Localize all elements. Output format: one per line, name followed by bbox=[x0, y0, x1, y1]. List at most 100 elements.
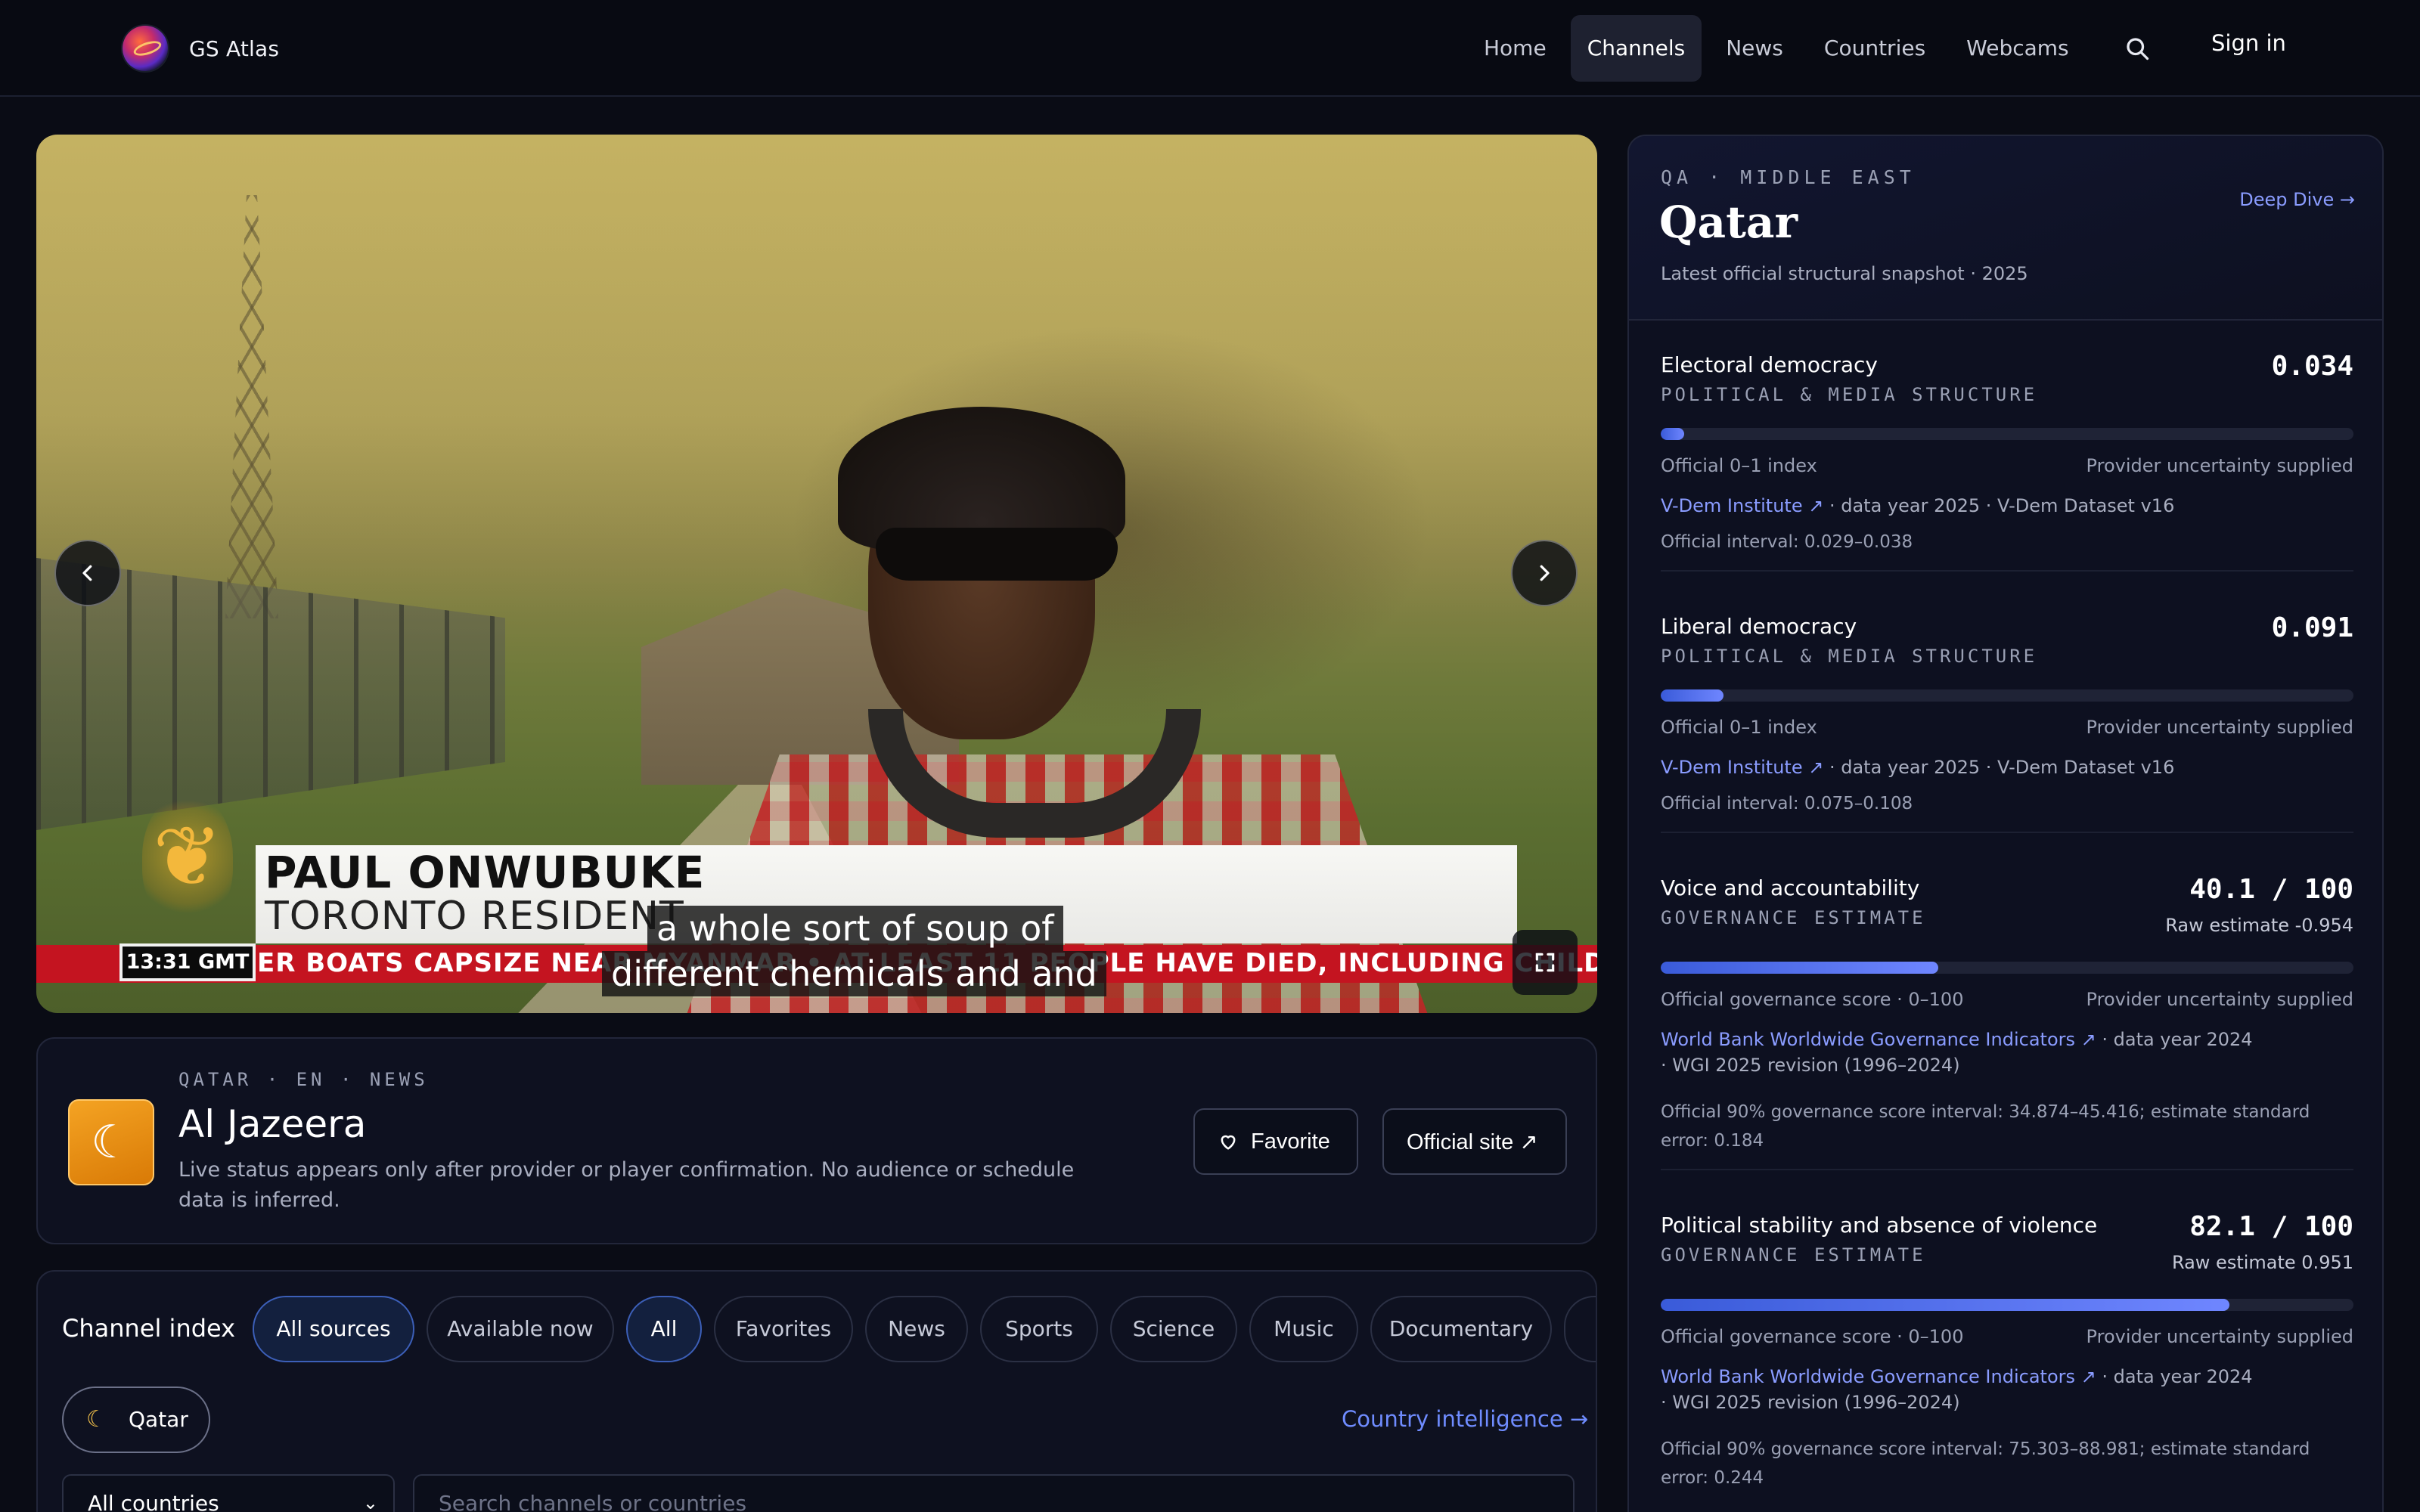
filter-sports[interactable]: Sports bbox=[980, 1296, 1098, 1362]
metric-source-revision: · WGI 2025 revision (1996–2024) bbox=[1661, 1392, 1960, 1413]
search-icon[interactable] bbox=[2124, 35, 2151, 62]
deep-dive-link[interactable]: Deep Dive → bbox=[2239, 189, 2355, 210]
metric-value: 0.091 bbox=[2271, 612, 2353, 643]
filter-music[interactable]: Music bbox=[1249, 1296, 1358, 1362]
channel-meta: QATAR · EN · NEWS bbox=[178, 1069, 429, 1090]
channel-index-card: Channel index All sources Available now … bbox=[36, 1270, 1597, 1512]
metric-category: POLITICAL & MEDIA STRUCTURE bbox=[1661, 646, 2038, 667]
metric-value: 0.034 bbox=[2271, 351, 2353, 382]
country-title: Qatar bbox=[1659, 197, 1798, 248]
country-select-value: All countries bbox=[88, 1491, 219, 1512]
metric-voice-accountability: Voice and accountability GOVERNANCE ESTI… bbox=[1661, 874, 2353, 1178]
nav-webcams[interactable]: Webcams bbox=[1950, 15, 2085, 82]
fullscreen-icon bbox=[1535, 953, 1555, 972]
country-intelligence-link[interactable]: Country intelligence → bbox=[1342, 1406, 1588, 1432]
lower-third-name: PAUL ONWUBUKE bbox=[265, 847, 706, 898]
channel-search-input[interactable]: Search channels or countries bbox=[413, 1474, 1575, 1512]
video-person-sunglasses bbox=[876, 528, 1118, 581]
next-channel-button[interactable] bbox=[1511, 540, 1578, 606]
main-nav: Home Channels News Countries Webcams bbox=[1467, 15, 2093, 82]
metric-bar-track bbox=[1661, 428, 2353, 440]
chevron-left-icon bbox=[82, 565, 92, 581]
lower-third-role: TORONTO RESIDENT bbox=[265, 894, 684, 939]
metric-interval: Official 90% governance score interval: … bbox=[1661, 1102, 2310, 1151]
country-meta: QA · MIDDLE EAST bbox=[1661, 166, 1916, 188]
metric-label: Electoral democracy bbox=[1661, 352, 1878, 377]
metric-bar-fill bbox=[1661, 962, 1939, 974]
metric-divider bbox=[1661, 1169, 2353, 1170]
metric-category: POLITICAL & MEDIA STRUCTURE bbox=[1661, 384, 2038, 405]
crescent-moon-icon: ☾ bbox=[86, 1406, 107, 1433]
metric-raw-estimate: Raw estimate 0.951 bbox=[2171, 1252, 2353, 1273]
metric-bar-track bbox=[1661, 689, 2353, 702]
metric-value: 82.1 / 100 bbox=[2189, 1211, 2353, 1242]
metric-category: GOVERNANCE ESTIMATE bbox=[1661, 907, 1926, 928]
filter-all-sources[interactable]: All sources bbox=[253, 1296, 414, 1362]
metric-divider bbox=[1661, 570, 2353, 572]
metric-source-line: World Bank Worldwide Governance Indicato… bbox=[1661, 1027, 2253, 1078]
filter-science[interactable]: Science bbox=[1110, 1296, 1237, 1362]
filter-favorites[interactable]: Favorites bbox=[714, 1296, 853, 1362]
metric-electoral-democracy: Electoral democracy POLITICAL & MEDIA ST… bbox=[1661, 351, 2353, 579]
al-jazeera-logo: ❦ bbox=[142, 792, 233, 921]
official-site-label: Official site ↗ bbox=[1407, 1129, 1538, 1154]
metric-source-link[interactable]: V-Dem Institute ↗ bbox=[1661, 495, 1823, 516]
metric-bar-fill bbox=[1661, 428, 1685, 440]
metric-source-link[interactable]: World Bank Worldwide Governance Indicato… bbox=[1661, 1366, 2096, 1387]
channel-info-card: ☾ QATAR · EN · NEWS Al Jazeera Live stat… bbox=[36, 1037, 1597, 1244]
metric-value: 40.1 / 100 bbox=[2189, 874, 2353, 905]
metric-label: Liberal democracy bbox=[1661, 614, 1857, 639]
nav-home[interactable]: Home bbox=[1467, 15, 1563, 82]
country-subtitle: Latest official structural snapshot · 20… bbox=[1661, 263, 2028, 284]
chevron-right-icon bbox=[1540, 565, 1550, 581]
nav-countries[interactable]: Countries bbox=[1807, 15, 1942, 82]
metric-bar-track bbox=[1661, 962, 2353, 974]
subtitle-line-1: a whole sort of soup of bbox=[647, 906, 1063, 951]
heart-icon bbox=[1221, 1135, 1236, 1150]
metric-uncertainty: Provider uncertainty supplied bbox=[2086, 717, 2353, 738]
metric-scale: Official 0–1 index bbox=[1661, 455, 1817, 476]
metric-label: Political stability and absence of viole… bbox=[1661, 1213, 2098, 1238]
fullscreen-button[interactable] bbox=[1512, 930, 1578, 995]
country-chip-qatar[interactable]: ☾ Qatar bbox=[62, 1387, 210, 1453]
chevron-down-icon: ⌄ bbox=[362, 1492, 378, 1512]
filter-more[interactable] bbox=[1564, 1296, 1596, 1362]
metric-source-revision: · WGI 2025 revision (1996–2024) bbox=[1661, 1055, 1960, 1076]
channel-index-title: Channel index bbox=[62, 1314, 236, 1343]
channel-description: Live status appears only after provider … bbox=[178, 1158, 1075, 1212]
metric-interval: Official interval: 0.029–0.038 bbox=[1661, 532, 1913, 552]
metric-interval: Official 90% governance score interval: … bbox=[1661, 1439, 2310, 1488]
metric-source-detail: · data year 2024 bbox=[2096, 1029, 2253, 1050]
metric-source-link[interactable]: V-Dem Institute ↗ bbox=[1661, 757, 1823, 778]
favorite-button[interactable]: Favorite bbox=[1193, 1108, 1358, 1175]
country-chip-label: Qatar bbox=[129, 1407, 188, 1432]
channel-search-placeholder: Search channels or countries bbox=[439, 1491, 747, 1512]
filter-all[interactable]: All bbox=[626, 1296, 702, 1362]
metric-scale: Official governance score · 0–100 bbox=[1661, 1326, 1964, 1347]
metric-bar-fill bbox=[1661, 1299, 2230, 1311]
subtitle-line-2: different chemicals and and bbox=[602, 951, 1106, 996]
nav-news[interactable]: News bbox=[1709, 15, 1800, 82]
previous-channel-button[interactable] bbox=[54, 540, 121, 606]
metric-source-detail: · data year 2025 · V-Dem Dataset v16 bbox=[1823, 757, 2175, 778]
brand[interactable]: GS Atlas bbox=[123, 26, 279, 71]
nav-channels[interactable]: Channels bbox=[1570, 15, 1702, 82]
country-panel-header: QA · MIDDLE EAST Qatar Latest official s… bbox=[1629, 136, 2382, 321]
metric-bar-fill bbox=[1661, 689, 1724, 702]
metric-category: GOVERNANCE ESTIMATE bbox=[1661, 1244, 1926, 1266]
video-player[interactable]: ❦ PAUL ONWUBUKE TORONTO RESIDENT ER BOAT… bbox=[36, 135, 1597, 1013]
metric-scale: Official 0–1 index bbox=[1661, 717, 1817, 738]
country-select[interactable]: All countries ⌄ bbox=[62, 1474, 395, 1512]
top-bar: GS Atlas Home Channels News Countries We… bbox=[0, 0, 2420, 97]
metric-liberal-democracy: Liberal democracy POLITICAL & MEDIA STRU… bbox=[1661, 612, 2353, 841]
favorite-label: Favorite bbox=[1251, 1129, 1330, 1154]
metric-source-line: V-Dem Institute ↗ · data year 2025 · V-D… bbox=[1661, 754, 2174, 780]
filter-news[interactable]: News bbox=[865, 1296, 968, 1362]
sign-in-link[interactable]: Sign in bbox=[2211, 30, 2286, 56]
filter-documentary[interactable]: Documentary bbox=[1370, 1296, 1552, 1362]
metric-raw-estimate: Raw estimate -0.954 bbox=[2165, 915, 2353, 936]
filter-available-now[interactable]: Available now bbox=[427, 1296, 614, 1362]
metric-divider bbox=[1661, 832, 2353, 833]
official-site-button[interactable]: Official site ↗ bbox=[1382, 1108, 1567, 1175]
metric-source-link[interactable]: World Bank Worldwide Governance Indicato… bbox=[1661, 1029, 2096, 1050]
